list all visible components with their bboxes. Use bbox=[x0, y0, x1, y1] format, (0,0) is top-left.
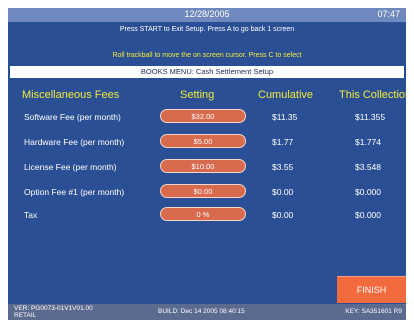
fee-collection-value: $11.355 bbox=[355, 112, 386, 122]
date-display: 12/28/2005 bbox=[184, 9, 230, 19]
fee-cumulative-value: $0.00 bbox=[272, 210, 294, 220]
fee-collection-value: $0.000 bbox=[355, 187, 381, 197]
fee-row-label: License Fee (per month) bbox=[24, 162, 117, 172]
version-info: VER: PG0073-01V1V01.00 RETAIL bbox=[14, 305, 93, 319]
game-setup-screen: 12/28/2005 07:47 Press START to Exit Set… bbox=[8, 8, 406, 320]
column-header-setting: Setting bbox=[180, 89, 215, 101]
version-line-2: RETAIL bbox=[14, 312, 37, 319]
finish-button[interactable]: FINISH bbox=[337, 276, 406, 303]
fee-setting-button[interactable]: $5.00 bbox=[160, 134, 246, 148]
top-status-bar: 12/28/2005 07:47 bbox=[8, 8, 406, 22]
column-header-cumulative: Cumulative bbox=[258, 89, 314, 101]
fee-setting-button[interactable]: $32.00 bbox=[160, 109, 246, 123]
instruction-line-1: Press START to Exit Setup. Press A to go… bbox=[119, 26, 295, 33]
fee-collection-value: $0.000 bbox=[355, 210, 381, 220]
build-info: BUILD: Dec 14 2005 08:40:15 bbox=[158, 308, 245, 315]
fee-collection-value: $3.548 bbox=[355, 162, 381, 172]
fee-row-label: Hardware Fee (per month) bbox=[24, 137, 125, 147]
column-header-collection: This Collection bbox=[339, 89, 406, 101]
time-display: 07:47 bbox=[377, 9, 400, 19]
fee-cumulative-value: $0.00 bbox=[272, 187, 294, 197]
version-line: VER: PG0073-01V1V01.00 bbox=[14, 305, 93, 312]
fee-row-label: Tax bbox=[24, 210, 38, 220]
fee-cumulative-value: $3.55 bbox=[272, 162, 294, 172]
menu-title-bar: BOOKS MENU: Cash Settlement Setup bbox=[10, 66, 404, 78]
fee-cumulative-value: $11.35 bbox=[272, 112, 298, 122]
tax-setting-button[interactable]: 0 % bbox=[160, 207, 246, 221]
fee-setting-button[interactable]: $0.00 bbox=[160, 184, 246, 198]
fee-setting-button[interactable]: $10.00 bbox=[160, 159, 246, 173]
instruction-line-2: Roll trackball to move the on screen cur… bbox=[112, 52, 302, 59]
fee-row-label: Option Fee #1 (per month) bbox=[24, 187, 125, 197]
key-info: KEY: SA351601 R9 bbox=[345, 308, 402, 315]
fee-row-label: Software Fee (per month) bbox=[24, 112, 121, 122]
fee-cumulative-value: $1.77 bbox=[272, 137, 294, 147]
column-header-fees: Miscellaneous Fees bbox=[22, 89, 120, 101]
fee-collection-value: $1.774 bbox=[355, 137, 381, 147]
footer-bar: VER: PG0073-01V1V01.00 RETAIL BUILD: Dec… bbox=[8, 304, 406, 320]
